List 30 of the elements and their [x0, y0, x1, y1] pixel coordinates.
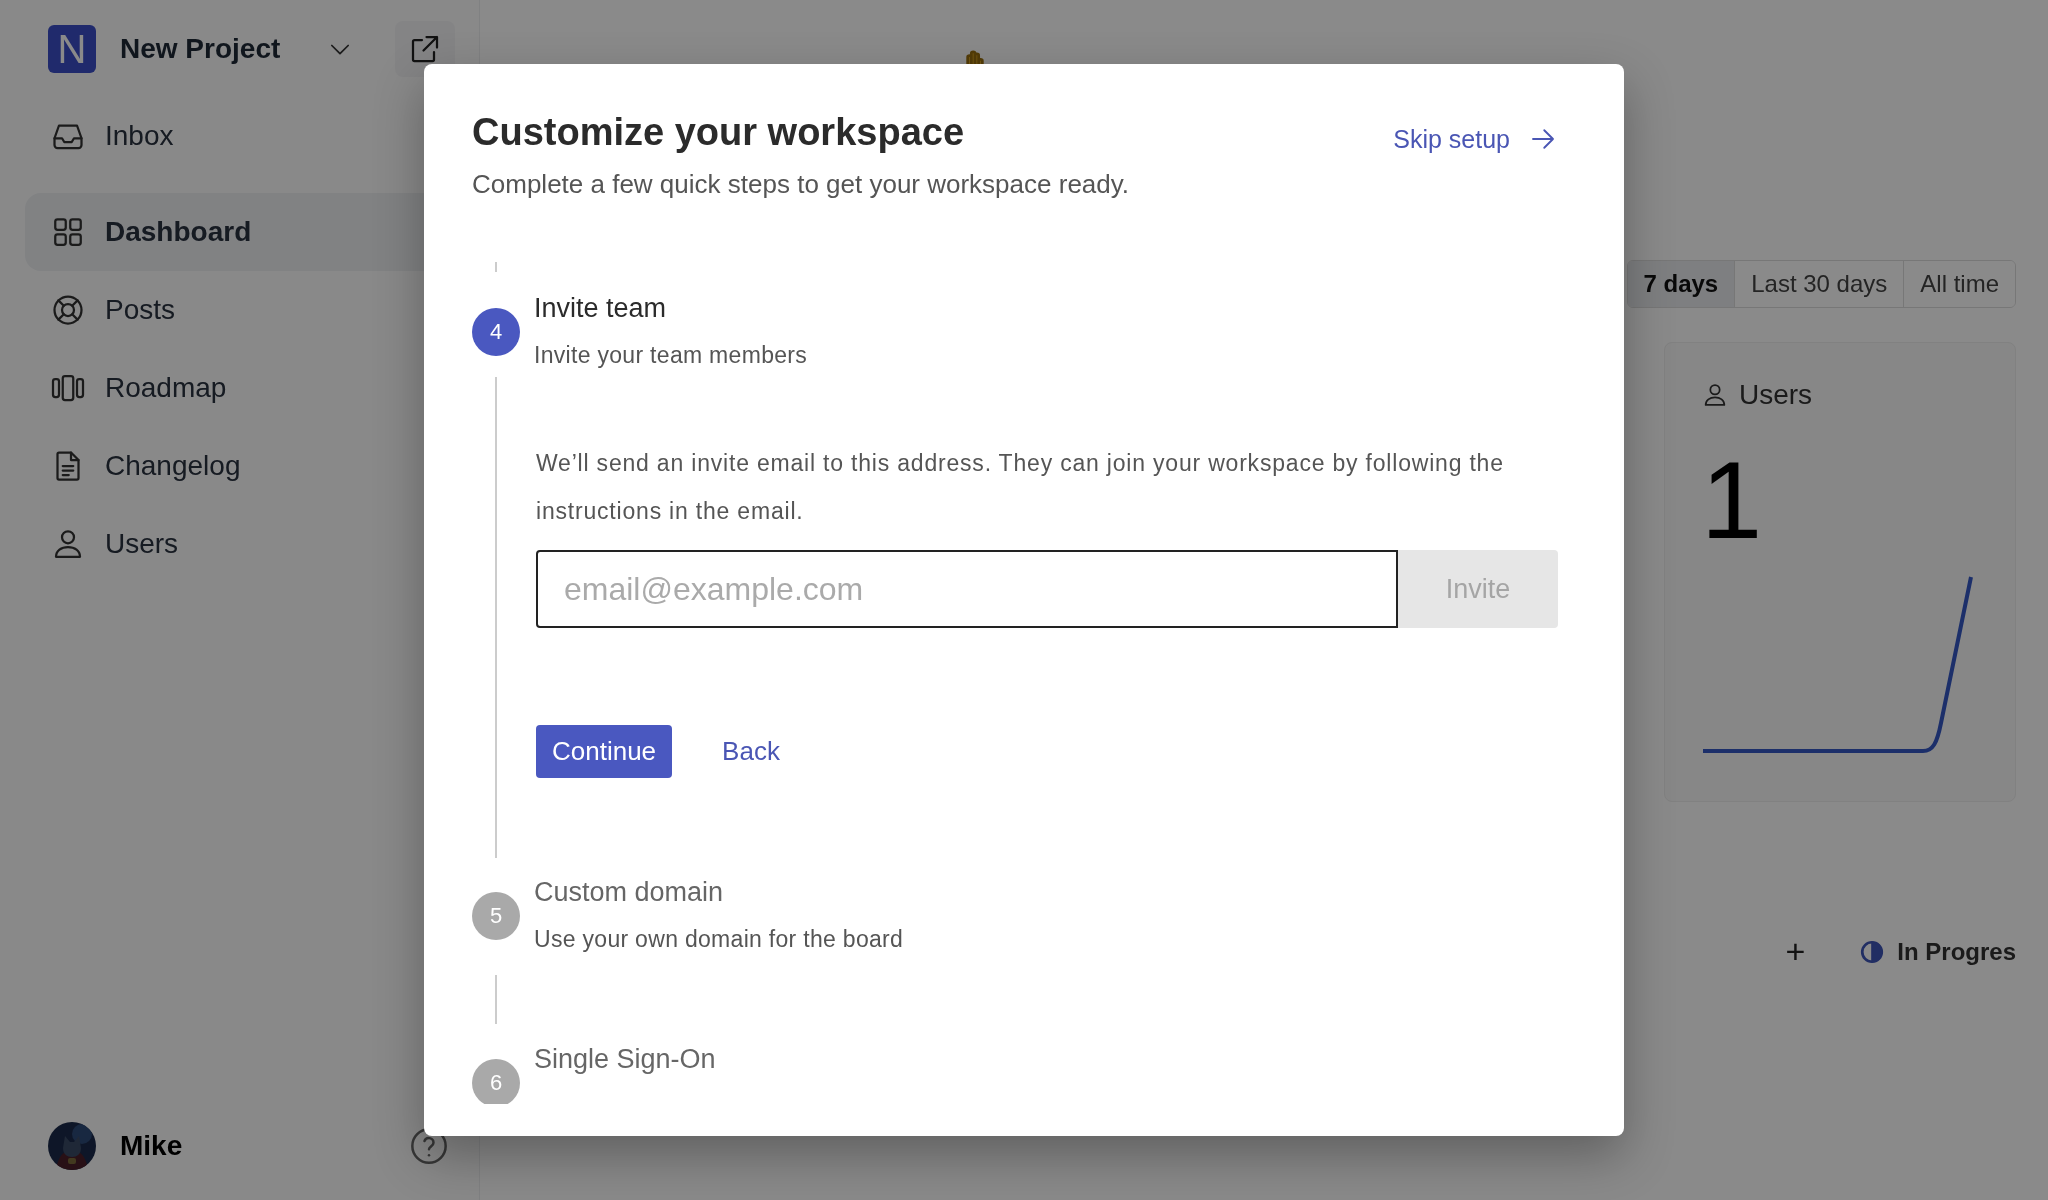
user-name: Mike: [120, 1130, 183, 1162]
sidebar-item[interactable]: Users: [25, 505, 479, 583]
step-title: Single Sign-On: [534, 1043, 717, 1076]
project-name[interactable]: New Project: [120, 33, 281, 65]
step-description: Invite your team members: [534, 341, 809, 370]
help-button[interactable]: [409, 1126, 449, 1166]
back-link[interactable]: Back: [722, 736, 780, 767]
step-description: Use your own domain for the board: [534, 925, 905, 954]
sidebar-item[interactable]: Changelog: [25, 427, 479, 505]
add-button[interactable]: +: [1785, 932, 1806, 971]
step-title: Invite team: [534, 292, 668, 325]
lifebuoy-icon: [50, 292, 86, 328]
step-number: 4: [472, 308, 520, 356]
invite-message: We’ll send an invite email to this address. They can join your workspace by following the instructions in the email.: [536, 449, 1505, 526]
dialog-title: Customize your workspace: [472, 110, 966, 155]
continue-button[interactable]: Continue: [536, 725, 673, 778]
card-title: Users: [1739, 379, 1813, 411]
range-tab[interactable]: All time: [1903, 261, 2015, 307]
project-logo: N: [48, 25, 96, 73]
skip-setup-link[interactable]: Skip setup: [1393, 124, 1558, 154]
help-icon: [409, 1126, 449, 1166]
range-tab[interactable]: 7 days: [1627, 261, 1735, 307]
step-title: Custom domain: [534, 876, 725, 909]
open-external-button[interactable]: [395, 21, 455, 77]
metric-value: 1: [1701, 445, 1764, 555]
email-field[interactable]: email@example.com: [536, 550, 1398, 628]
step-number: 6: [472, 1059, 520, 1104]
half-circle-icon: [1859, 938, 1886, 965]
step-number: 5: [472, 892, 520, 940]
status-label: In Progres: [1897, 937, 2016, 966]
